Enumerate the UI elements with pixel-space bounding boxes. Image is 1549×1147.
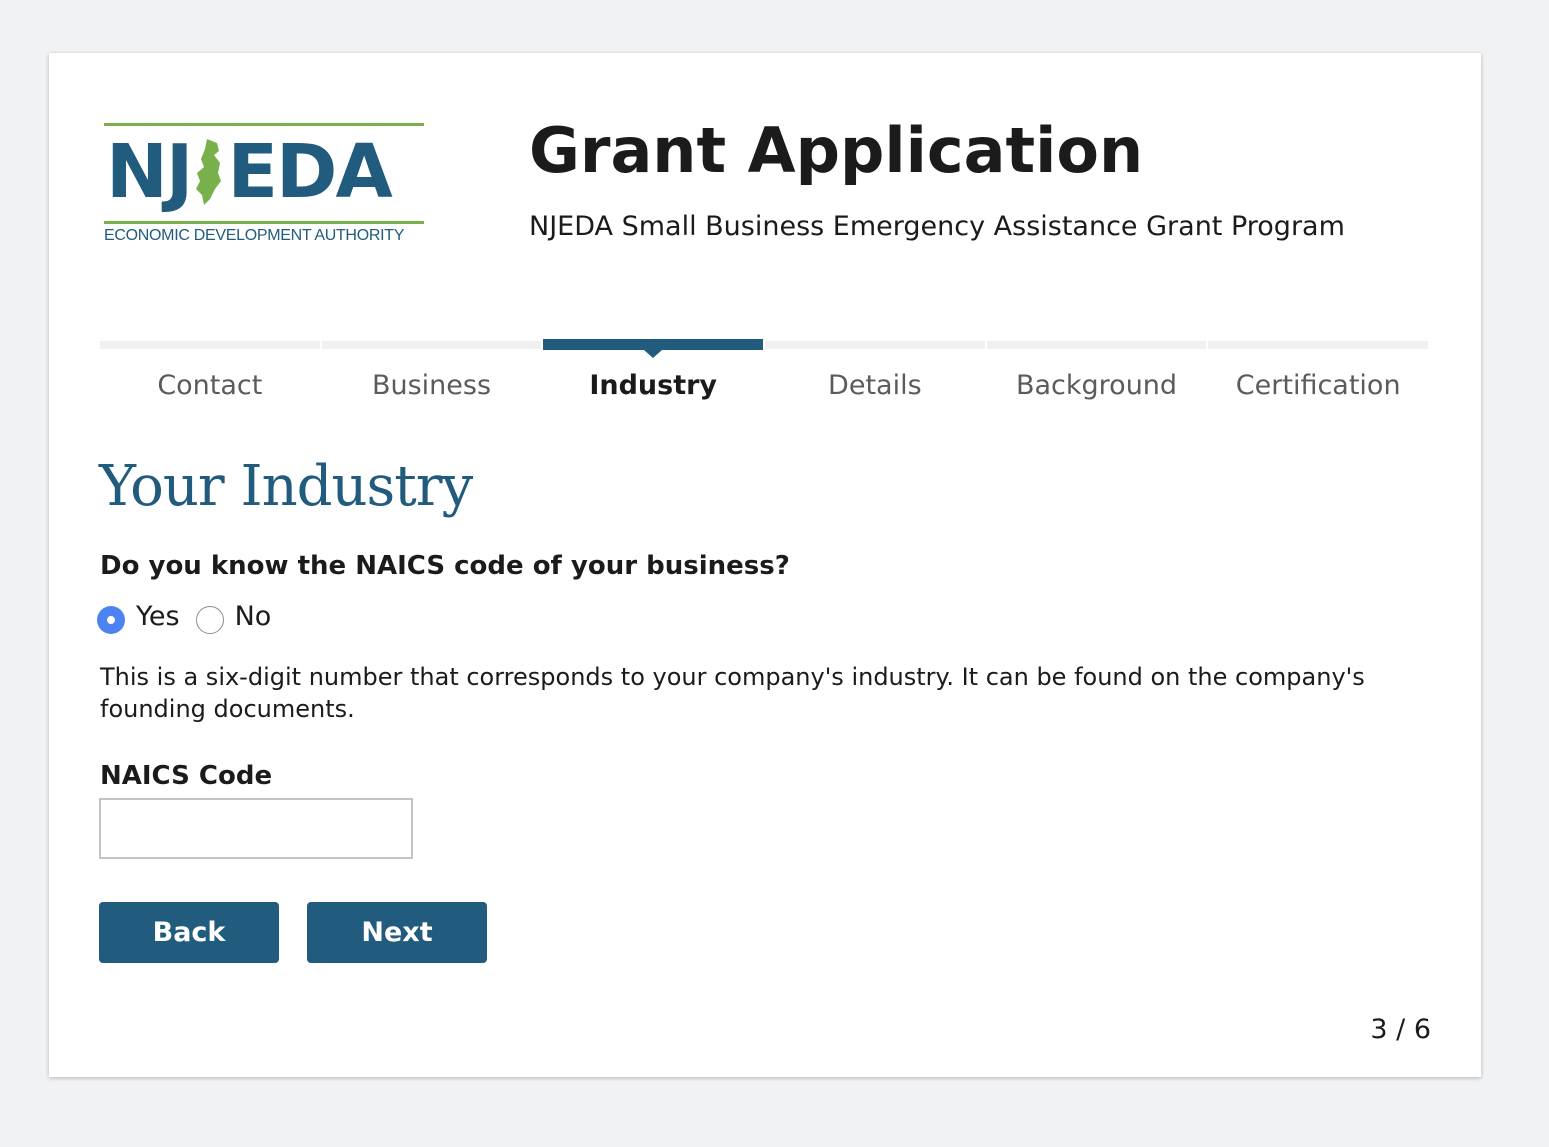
naics-help-text: This is a six-digit number that correspo… bbox=[100, 663, 1365, 723]
step-bar bbox=[986, 341, 1207, 349]
section-heading: Your Industry bbox=[99, 454, 473, 519]
new-jersey-state-icon bbox=[193, 137, 223, 207]
step-label: Background bbox=[1015, 370, 1178, 401]
step-label: Contact bbox=[157, 370, 263, 401]
naics-known-question: Do you know the NAICS code of your busin… bbox=[100, 551, 790, 581]
radio-label-no: No bbox=[234, 601, 272, 632]
program-subtitle: NJEDA Small Business Emergency Assistanc… bbox=[529, 211, 1345, 242]
step-certification[interactable]: Certification bbox=[1207, 339, 1429, 419]
radio-option-no[interactable]: No bbox=[195, 600, 272, 634]
step-background[interactable]: Background bbox=[986, 339, 1208, 419]
progress-stepper: Contact Business Industry Details Backgr… bbox=[99, 339, 1429, 419]
step-business[interactable]: Business bbox=[321, 339, 543, 419]
step-label: Details bbox=[828, 370, 922, 401]
back-button[interactable]: Back bbox=[99, 902, 279, 963]
logo-letters-eda: EDA bbox=[227, 129, 392, 215]
naics-code-label: NAICS Code bbox=[100, 761, 273, 791]
logo-top-rule bbox=[104, 123, 424, 126]
step-industry[interactable]: Industry bbox=[542, 339, 764, 419]
page-title: Grant Application bbox=[529, 114, 1144, 187]
step-details[interactable]: Details bbox=[764, 339, 986, 419]
radio-no[interactable] bbox=[195, 606, 224, 634]
step-bar bbox=[321, 341, 542, 349]
application-card: NJ EDA ECONOMIC DEVELOPMENT AUTHORITY Gr… bbox=[49, 53, 1481, 1077]
step-bar bbox=[100, 341, 320, 349]
radio-label-yes: Yes bbox=[136, 601, 180, 632]
step-bar-active bbox=[543, 339, 764, 358]
naics-known-radio-group: Yes No bbox=[97, 597, 287, 637]
njeda-logo: NJ EDA ECONOMIC DEVELOPMENT AUTHORITY bbox=[104, 123, 426, 249]
naics-code-input[interactable] bbox=[99, 798, 413, 859]
step-bar bbox=[1208, 341, 1429, 349]
logo-bottom-rule bbox=[104, 221, 424, 224]
radio-option-yes[interactable]: Yes bbox=[97, 600, 180, 634]
next-button[interactable]: Next bbox=[307, 902, 487, 963]
logo-tagline: ECONOMIC DEVELOPMENT AUTHORITY bbox=[104, 227, 405, 244]
step-label: Industry bbox=[589, 370, 718, 401]
radio-yes[interactable] bbox=[97, 606, 125, 634]
step-contact[interactable]: Contact bbox=[99, 339, 321, 419]
page-counter: 3 / 6 bbox=[1370, 1014, 1431, 1045]
logo-wordmark: NJ EDA bbox=[106, 129, 393, 215]
step-label: Certification bbox=[1235, 370, 1401, 401]
step-bar bbox=[765, 341, 985, 349]
step-label: Business bbox=[371, 370, 492, 401]
logo-letters-nj: NJ bbox=[106, 129, 193, 215]
